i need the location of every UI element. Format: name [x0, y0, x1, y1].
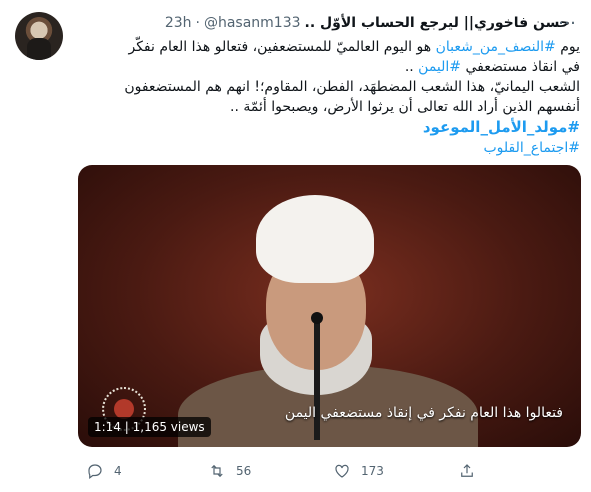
video-duration-views: 1:14 | 1,165 views: [88, 417, 211, 437]
text-segment: يوم: [555, 39, 580, 55]
avatar[interactable]: [15, 12, 63, 60]
share-icon: [461, 464, 473, 477]
text-segment: هو اليوم العالميّ للمستضعفين، فتعالو هذا…: [128, 39, 436, 55]
tweet-text: يوم #النصف_من_شعبان هو اليوم العالميّ لل…: [80, 37, 580, 158]
hashtag-link[interactable]: #مولد_الأمل_الموعود: [423, 118, 580, 136]
video-subtitle: فتعالوا هذا العام نفكر في إنقاذ مستضعفي …: [284, 405, 563, 421]
retweet-icon: [211, 464, 223, 478]
like-button[interactable]: 173: [333, 462, 384, 480]
retweet-count: 56: [236, 464, 252, 478]
reply-count: 4: [114, 464, 122, 478]
text-segment: ..: [404, 59, 419, 75]
handle[interactable]: @hasanm133: [204, 15, 301, 31]
tweet-header: حسن فاخوري|| ليرجع الحساب الأوّل .. @has…: [80, 12, 570, 34]
retweet-button[interactable]: 56: [208, 462, 251, 480]
text-line-3: الشعب اليمانيّ، هذا الشعب المضطهَد، الفط…: [124, 79, 580, 95]
text-line-2: في انقاذ مستضعفي #اليمن ..: [80, 57, 580, 77]
reply-button[interactable]: 4: [86, 462, 122, 480]
microphone: [311, 312, 323, 440]
reply-icon: [88, 464, 102, 479]
action-bar: 4 56 173: [78, 462, 578, 482]
tweet-card[interactable]: حسن فاخوري|| ليرجع الحساب الأوّل .. @has…: [0, 0, 591, 492]
timestamp[interactable]: 23h: [165, 15, 192, 31]
display-name[interactable]: حسن فاخوري|| ليرجع الحساب الأوّل ..: [305, 15, 570, 31]
video-figure-turban: [256, 195, 374, 283]
text-line-1: يوم #النصف_من_شعبان هو اليوم العالميّ لل…: [80, 37, 580, 57]
share-button[interactable]: [458, 462, 476, 480]
text-segment: في انقاذ مستضعفي: [461, 59, 580, 75]
more-options-icon[interactable]: …: [557, 10, 577, 32]
like-icon: [335, 464, 349, 478]
text-line-4: أنفسهم الذين أراد الله تعالى أن يرثوا ال…: [230, 99, 580, 115]
like-count: 173: [361, 464, 384, 478]
hashtag-link[interactable]: #اليمن: [418, 59, 461, 75]
hashtag-link[interactable]: #اجتماع_القلوب: [484, 140, 581, 156]
separator: ·: [195, 15, 200, 31]
hashtag-link[interactable]: #النصف_من_شعبان: [436, 39, 556, 55]
video-player[interactable]: فتعالوا هذا العام نفكر في إنقاذ مستضعفي …: [78, 165, 581, 447]
